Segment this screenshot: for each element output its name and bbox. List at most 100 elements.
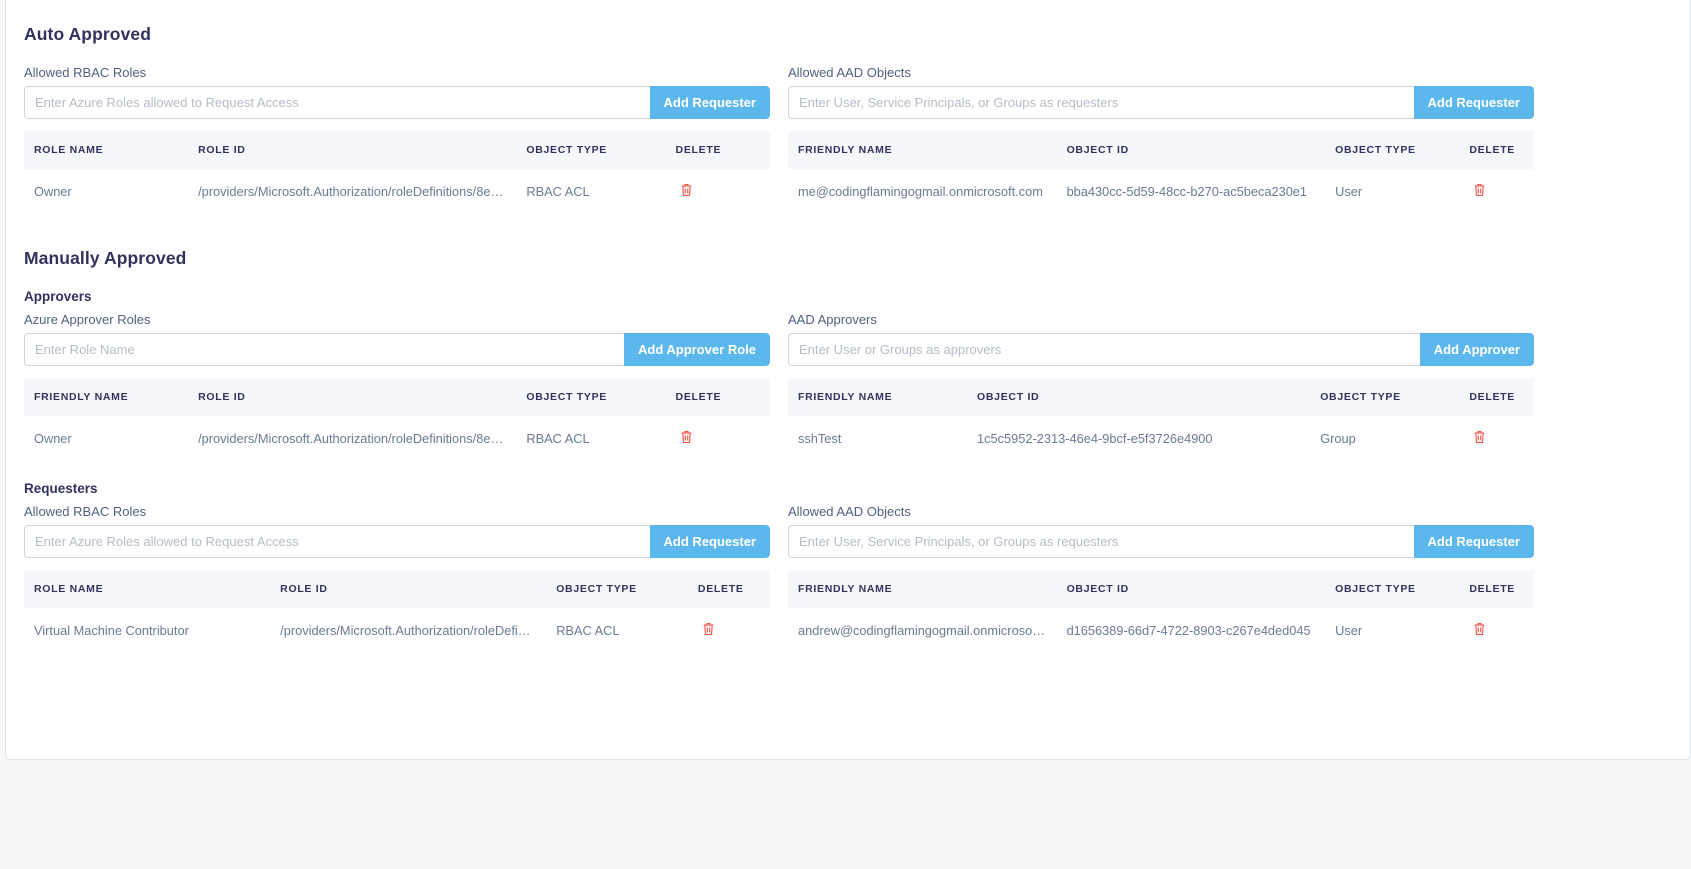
table-row: Owner /providers/Microsoft.Authorization… — [24, 416, 770, 461]
trash-icon[interactable] — [1473, 183, 1486, 199]
col-delete: DELETE — [1459, 570, 1534, 608]
table-row: Owner /providers/Microsoft.Authorization… — [24, 169, 770, 214]
table-row: sshTest 1c5c5952-2313-46e4-9bcf-e5f3726e… — [788, 416, 1534, 461]
col-object-type: OBJECT TYPE — [546, 570, 688, 608]
cell-object-type: RBAC ACL — [526, 184, 590, 199]
add-approver-role-button[interactable]: Add Approver Role — [624, 333, 770, 366]
trash-icon[interactable] — [702, 622, 715, 638]
requesters-columns: Allowed RBAC Roles Add Requester ROLE NA… — [24, 504, 1672, 653]
cell-delete — [688, 608, 770, 653]
approvers-heading: Approvers — [24, 289, 92, 304]
aad-approvers-input-group: Add Approver — [788, 333, 1534, 366]
azure-approver-input[interactable] — [24, 333, 625, 366]
auto-aad-input[interactable] — [788, 86, 1414, 119]
col-delete: DELETE — [665, 131, 770, 169]
auto-aad-label: Allowed AAD Objects — [788, 65, 911, 80]
cell-delete — [1459, 169, 1534, 214]
requesters-aad-add-requester-button[interactable]: Add Requester — [1413, 525, 1534, 558]
col-object-id: OBJECT ID — [1056, 131, 1326, 169]
aad-approvers-input[interactable] — [788, 333, 1420, 366]
table-row: me@codingflamingogmail.onmicrosoft.com b… — [788, 169, 1534, 214]
trash-icon[interactable] — [1473, 430, 1486, 446]
manually-approved-heading: Manually Approved — [24, 248, 187, 268]
auto-approved-aad-column: Allowed AAD Objects Add Requester FRIEND… — [788, 65, 1534, 214]
col-friendly-name: FRIENDLY NAME — [788, 378, 968, 416]
table-header-row: FRIENDLY NAME OBJECT ID OBJECT TYPE DELE… — [788, 378, 1534, 416]
table-header-row: ROLE NAME ROLE ID OBJECT TYPE DELETE — [24, 131, 770, 169]
col-object-id: OBJECT ID — [967, 378, 1311, 416]
cell-object-id: 1c5c5952-2313-46e4-9bcf-e5f3726e4900 — [977, 431, 1213, 446]
col-role-id: ROLE ID — [270, 570, 547, 608]
requesters-rbac-add-requester-button[interactable]: Add Requester — [649, 525, 770, 558]
aad-approvers-column: AAD Approvers Add Approver FRIENDLY NAME… — [788, 312, 1534, 461]
policy-editor-page: Auto Approved Allowed RBAC Roles Add Req… — [0, 0, 1691, 869]
auto-rbac-add-requester-button[interactable]: Add Requester — [649, 86, 770, 119]
requesters-rbac-column: Allowed RBAC Roles Add Requester ROLE NA… — [24, 504, 770, 653]
col-delete: DELETE — [665, 378, 770, 416]
requesters-aad-input-group: Add Requester — [788, 525, 1534, 558]
auto-approved-columns: Allowed RBAC Roles Add Requester ROLE NA… — [24, 65, 1672, 214]
col-object-type: OBJECT TYPE — [1310, 378, 1460, 416]
table-header-row: FRIENDLY NAME OBJECT ID OBJECT TYPE DELE… — [788, 131, 1534, 169]
aad-approvers-label: AAD Approvers — [788, 312, 877, 327]
cell-role-id: /providers/Microsoft.Authorization/roleD… — [198, 184, 517, 199]
col-role-name: ROLE NAME — [24, 131, 189, 169]
cell-role-id: /providers/Microsoft.Authorization/roleD… — [198, 431, 517, 446]
footer-actions: Add Another Policy Cancel Create Policy — [0, 770, 1691, 869]
col-delete: DELETE — [1459, 131, 1534, 169]
table-header-row: ROLE NAME ROLE ID OBJECT TYPE DELETE — [24, 570, 770, 608]
azure-approver-label: Azure Approver Roles — [24, 312, 151, 327]
cell-delete — [666, 416, 770, 461]
col-delete: DELETE — [687, 570, 770, 608]
requesters-rbac-table: ROLE NAME ROLE ID OBJECT TYPE DELETE Vir… — [24, 570, 770, 653]
auto-aad-add-requester-button[interactable]: Add Requester — [1413, 86, 1534, 119]
auto-aad-table: FRIENDLY NAME OBJECT ID OBJECT TYPE DELE… — [788, 131, 1534, 214]
col-role-name: ROLE NAME — [24, 570, 271, 608]
table-row: andrew@codingflamingogmail.onmicrosoft.c… — [788, 608, 1534, 653]
cell-object-type: RBAC ACL — [556, 623, 620, 638]
col-friendly-name: FRIENDLY NAME — [24, 378, 189, 416]
cell-delete — [666, 169, 770, 214]
requesters-rbac-input-group: Add Requester — [24, 525, 770, 558]
requesters-heading: Requesters — [24, 481, 98, 496]
table-header-row: FRIENDLY NAME ROLE ID OBJECT TYPE DELETE — [24, 378, 770, 416]
cell-delete — [1459, 608, 1534, 653]
cell-object-type: User — [1335, 184, 1363, 199]
cell-friendly-name: sshTest — [798, 431, 842, 446]
requesters-aad-table: FRIENDLY NAME OBJECT ID OBJECT TYPE DELE… — [788, 570, 1534, 653]
cell-role-id: /providers/Microsoft.Authorization/roleD… — [280, 623, 547, 638]
auto-approved-rbac-column: Allowed RBAC Roles Add Requester ROLE NA… — [24, 65, 770, 214]
policy-card: Auto Approved Allowed RBAC Roles Add Req… — [5, 0, 1691, 760]
requesters-rbac-label: Allowed RBAC Roles — [24, 504, 147, 519]
auto-rbac-table: ROLE NAME ROLE ID OBJECT TYPE DELETE Own… — [24, 131, 770, 214]
approvers-columns: Azure Approver Roles Add Approver Role F… — [24, 312, 1672, 461]
cell-object-id: bba430cc-5d59-48cc-b270-ac5beca230e1 — [1066, 184, 1308, 199]
auto-rbac-input-group: Add Requester — [24, 86, 770, 119]
azure-approver-roles-column: Azure Approver Roles Add Approver Role F… — [24, 312, 770, 461]
cell-role-name: Virtual Machine Contributor — [34, 623, 189, 638]
trash-icon[interactable] — [680, 430, 693, 446]
trash-icon[interactable] — [1473, 622, 1486, 638]
table-row: Virtual Machine Contributor /providers/M… — [24, 608, 770, 653]
cell-friendly-name: me@codingflamingogmail.onmicrosoft.com — [798, 184, 1043, 199]
auto-approved-heading: Auto Approved — [24, 24, 152, 44]
trash-icon[interactable] — [680, 183, 693, 199]
col-friendly-name: FRIENDLY NAME — [788, 570, 1057, 608]
col-friendly-name: FRIENDLY NAME — [788, 131, 1057, 169]
cell-object-id: d1656389-66d7-4722-8903-c267e4ded045 — [1066, 623, 1311, 638]
requesters-aad-input[interactable] — [788, 525, 1414, 558]
col-object-type: OBJECT TYPE — [1325, 131, 1460, 169]
add-approver-button[interactable]: Add Approver — [1419, 333, 1534, 366]
col-role-id: ROLE ID — [188, 131, 517, 169]
table-header-row: FRIENDLY NAME OBJECT ID OBJECT TYPE DELE… — [788, 570, 1534, 608]
cell-friendly-name: andrew@codingflamingogmail.onmicrosoft.c… — [798, 623, 1057, 638]
col-object-id: OBJECT ID — [1056, 570, 1326, 608]
auto-rbac-input[interactable] — [24, 86, 650, 119]
cell-object-type: User — [1335, 623, 1363, 638]
azure-approver-input-group: Add Approver Role — [24, 333, 770, 366]
col-object-type: OBJECT TYPE — [516, 378, 666, 416]
col-role-id: ROLE ID — [188, 378, 517, 416]
cell-delete — [1459, 416, 1534, 461]
col-object-type: OBJECT TYPE — [1325, 570, 1460, 608]
requesters-rbac-input[interactable] — [24, 525, 650, 558]
